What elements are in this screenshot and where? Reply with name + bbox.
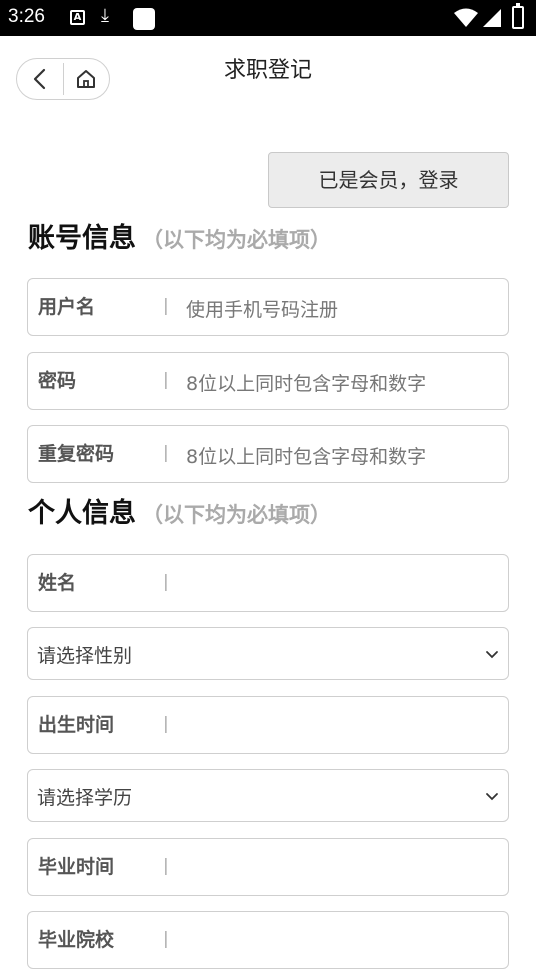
member-login-button[interactable]: 已是会员，登录 xyxy=(268,152,509,208)
field-separator: | xyxy=(163,296,169,316)
graduation-school-label: 毕业院校 xyxy=(38,929,115,951)
app-a-notification-icon: A xyxy=(70,10,85,25)
field-separator: | xyxy=(163,443,169,463)
username-field[interactable]: 用户名 | 使用手机号码注册 xyxy=(27,278,509,336)
personal-section-title: 个人信息 xyxy=(28,498,136,529)
gender-select[interactable]: 请选择性别 xyxy=(27,627,509,680)
repeat-password-input[interactable]: 8位以上同时包含字母和数字 xyxy=(186,442,426,469)
field-separator: | xyxy=(163,856,169,876)
password-field[interactable]: 密码 | 8位以上同时包含字母和数字 xyxy=(27,352,509,410)
wifi-icon xyxy=(454,8,478,27)
graduation-school-field[interactable]: 毕业院校 | xyxy=(27,911,509,969)
graduation-time-field[interactable]: 毕业时间 | xyxy=(27,838,509,896)
account-section-title: 账号信息 xyxy=(28,223,136,254)
username-label: 用户名 xyxy=(38,296,96,318)
education-select[interactable]: 请选择学历 xyxy=(27,769,509,822)
cell-signal-icon xyxy=(483,9,501,27)
download-icon: ⤓ xyxy=(101,5,109,26)
repeat-password-label: 重复密码 xyxy=(38,443,115,465)
field-separator: | xyxy=(163,929,169,949)
account-section-heading: 账号信息 （以下均为必填项） xyxy=(28,216,331,255)
status-bar: 3:26 A ⤓ xyxy=(0,0,536,36)
personal-section-heading: 个人信息 （以下均为必填项） xyxy=(28,491,331,530)
password-label: 密码 xyxy=(38,370,77,392)
birth-date-label: 出生时间 xyxy=(38,714,115,736)
chevron-down-icon xyxy=(486,793,498,801)
graduation-time-label: 毕业时间 xyxy=(38,856,115,878)
name-field[interactable]: 姓名 | xyxy=(27,554,509,612)
education-select-value: 请选择学历 xyxy=(37,787,133,809)
page-title: 求职登记 xyxy=(223,58,312,83)
field-separator: | xyxy=(163,572,169,592)
field-separator: | xyxy=(163,714,169,734)
repeat-password-field[interactable]: 重复密码 | 8位以上同时包含字母和数字 xyxy=(27,425,509,483)
account-section-hint: （以下均为必填项） xyxy=(142,228,331,252)
birth-date-field[interactable]: 出生时间 | xyxy=(27,696,509,754)
name-label: 姓名 xyxy=(38,572,77,594)
field-separator: | xyxy=(163,370,169,390)
username-input[interactable]: 使用手机号码注册 xyxy=(186,295,338,322)
personal-section-hint: （以下均为必填项） xyxy=(142,503,331,527)
gender-select-value: 请选择性别 xyxy=(37,645,133,667)
password-input[interactable]: 8位以上同时包含字母和数字 xyxy=(186,369,426,396)
status-time: 3:26 xyxy=(8,6,45,27)
battery-icon xyxy=(512,3,524,29)
chevron-down-icon xyxy=(486,651,498,659)
notification-square-icon xyxy=(133,8,155,30)
